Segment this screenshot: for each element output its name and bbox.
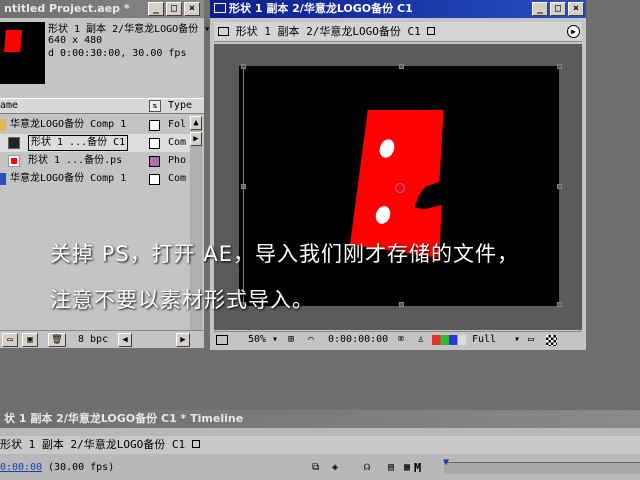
timeline-tab[interactable]: 形状 1 副本 2/华意龙LOGO备份 C1 — [0, 436, 200, 454]
subtitle-line-2: 注意不要以素材形式导入。 — [50, 288, 314, 312]
folder-icon — [0, 119, 6, 131]
region-of-interest-icon[interactable]: ▭ — [528, 332, 534, 348]
color-channels-icon[interactable] — [432, 335, 466, 345]
new-folder-icon[interactable]: ▭ — [2, 333, 18, 347]
frame-blending-icon[interactable]: ☊ — [364, 458, 370, 478]
item-duration: d 0:00:30:00, 30.00 fps — [48, 48, 187, 59]
label-color-box[interactable] — [149, 138, 160, 149]
comp-marker-icon[interactable]: ⧉ — [312, 458, 319, 478]
project-item[interactable]: 华意龙LOGO备份 Comp 1 Fol — [0, 116, 190, 134]
mask-icon[interactable]: ⌒ — [308, 332, 314, 348]
project-item[interactable]: 形状 1 ...备份.ps Pho — [0, 152, 190, 170]
close-tab-icon[interactable] — [191, 440, 200, 448]
timeline-panel: 状 1 副本 2/华意龙LOGO备份 C1 * Timeline 形状 1 副本… — [0, 410, 640, 480]
chevron-down-icon[interactable]: ▾ — [272, 332, 278, 348]
playhead-icon[interactable]: ▼ — [443, 458, 451, 478]
transform-handle[interactable] — [557, 302, 562, 307]
composition-title: 形状 1 副本 2/华意龙LOGO备份 C1 — [210, 0, 586, 18]
maximize-button[interactable]: □ — [166, 2, 182, 16]
resolution-dropdown[interactable]: Full — [472, 332, 496, 348]
maximize-button[interactable]: □ — [550, 2, 566, 16]
new-comp-icon[interactable]: ▣ — [22, 333, 38, 347]
composition-icon — [0, 173, 6, 185]
close-button[interactable]: × — [184, 2, 200, 16]
label-color-box[interactable] — [149, 156, 160, 167]
timeline-title: 状 1 副本 2/华意龙LOGO备份 C1 * Timeline — [0, 410, 640, 428]
project-item[interactable]: 华意龙LOGO备份 Comp 1 Com — [0, 170, 190, 188]
zoom-dropdown[interactable]: 50% — [248, 332, 266, 348]
motion-blur-icon[interactable]: ▤ — [388, 458, 394, 478]
channel-icon[interactable]: ♙ — [418, 332, 424, 348]
draft-3d-icon[interactable]: ◈ — [332, 458, 338, 478]
timeline-controls: 0:00:00 (30.00 fps) ⧉ ◈ ☊ ▤ ▦ M ▼ — [0, 458, 640, 478]
project-toolbar: ▭ ▣ 🗑 8 bpc ◀ ▶ — [0, 330, 204, 348]
scroll-up-button[interactable]: ▲ — [190, 116, 202, 130]
anchor-point-icon[interactable] — [395, 183, 405, 193]
scroll-left-button[interactable]: ◀ — [118, 333, 132, 347]
label-color-box[interactable] — [149, 174, 160, 185]
grid-icon[interactable]: ⊞ — [288, 332, 294, 348]
chevron-down-icon[interactable]: ▾ — [514, 332, 520, 348]
composition-icon — [214, 3, 226, 13]
composition-tab-bar: 形状 1 副本 2/华意龙LOGO备份 C1 ▶ — [214, 22, 582, 42]
current-time[interactable]: 0:00:00 — [0, 458, 42, 478]
minimize-button[interactable]: _ — [148, 2, 164, 16]
column-name[interactable]: ame — [0, 99, 18, 113]
frame-rate: (30.00 fps) — [48, 462, 115, 473]
timeline-tab-bar: 形状 1 副本 2/华意龙LOGO备份 C1 — [0, 436, 640, 454]
transparency-grid-icon[interactable] — [546, 335, 557, 346]
composition-footer: 50% ▾ ⊞ ⌒ 0:00:00:00 ⌧ ♙ Full ▾ ▭ — [214, 331, 582, 348]
snapshot-icon[interactable]: ⌧ — [398, 332, 404, 348]
label-column-icon[interactable]: ⇅ — [149, 100, 161, 112]
panel-menu-icon[interactable]: ▶ — [567, 25, 580, 38]
scroll-right-button[interactable]: ▶ — [190, 132, 202, 146]
item-dimensions: 640 x 480 — [48, 35, 103, 46]
scroll-right-button[interactable]: ▶ — [176, 333, 190, 347]
column-type[interactable]: Type — [168, 99, 192, 113]
trash-icon[interactable]: 🗑 — [48, 333, 66, 347]
photoshop-layer-icon — [8, 155, 20, 167]
transform-handle[interactable] — [557, 184, 562, 189]
subtitle-line-1: 关掉 PS，打开 AE，导入我们刚才存储的文件， — [50, 242, 519, 266]
transform-handle[interactable] — [399, 302, 404, 307]
timecode-display[interactable]: 0:00:00:00 — [328, 332, 388, 348]
graph-editor-icon[interactable]: ▦ — [404, 458, 410, 478]
marker-button[interactable]: M — [414, 458, 421, 478]
always-preview-icon[interactable] — [216, 335, 228, 345]
transform-handle[interactable] — [557, 64, 562, 69]
minimize-button[interactable]: _ — [532, 2, 548, 16]
selected-item-name: 形状 1 副本 2/华意龙LOGO备份 ▾ — [48, 24, 211, 35]
composition-tab[interactable]: 形状 1 副本 2/华意龙LOGO备份 C1 — [218, 22, 436, 42]
time-ruler[interactable] — [444, 462, 640, 474]
composition-icon — [8, 137, 20, 149]
project-thumbnail — [0, 22, 45, 84]
comp-canvas[interactable] — [239, 66, 559, 306]
bit-depth[interactable]: 8 bpc — [78, 332, 108, 348]
composition-icon — [218, 27, 229, 36]
close-button[interactable]: × — [568, 2, 584, 16]
close-tab-icon[interactable] — [427, 27, 436, 35]
label-color-box[interactable] — [149, 120, 160, 131]
transform-handle[interactable] — [399, 64, 404, 69]
project-column-header: ame ⇅ Type — [0, 98, 204, 114]
project-item[interactable]: 形状 1 ...备份 C1 Com — [0, 134, 190, 152]
layer-bounding-line — [243, 68, 244, 304]
